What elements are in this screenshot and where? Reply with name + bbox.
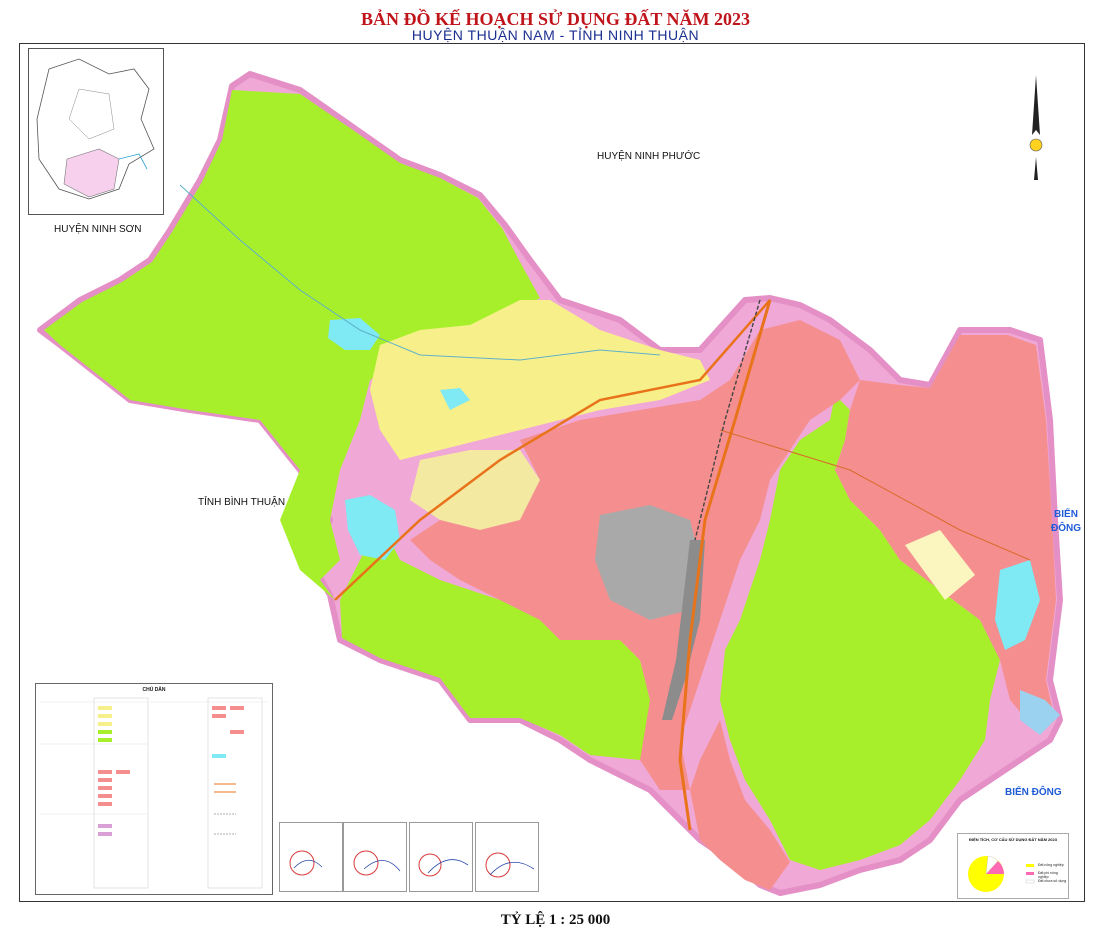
map-legend: CHÚ DẪN xyxy=(35,683,273,895)
pie-chart-title: ĐIỆN TÍCH, CƠ CẤU SỬ DỤNG ĐẤT NĂM 2023 xyxy=(969,837,1057,842)
pie-legend-unused: Đất chưa sử dụng xyxy=(1038,879,1067,883)
inset-map-graphic xyxy=(36,58,155,200)
official-stamp-4 xyxy=(485,852,535,878)
label-bien-dong-east: BIỂN ĐÔNG xyxy=(1051,509,1081,534)
label-bien-dong-south: BIỂN ĐÔNG xyxy=(1005,787,1062,798)
signature-block-3 xyxy=(409,822,473,892)
official-stamp-3 xyxy=(418,853,469,877)
map-sheet: BẢN ĐỒ KẾ HOẠCH SỬ DỤNG ĐẤT NĂM 2023 HUY… xyxy=(0,0,1111,937)
official-stamp-1 xyxy=(289,850,323,876)
land-use-pie-chart: ĐIỆN TÍCH, CƠ CẤU SỬ DỤNG ĐẤT NĂM 2023 Đ… xyxy=(957,833,1069,899)
signature-block-2 xyxy=(343,822,407,892)
signature-block-4 xyxy=(475,822,539,892)
label-binh-thuan: TỈNH BÌNH THUẬN xyxy=(198,497,286,508)
map-scale: TỶ LỆ 1 : 25 000 xyxy=(500,912,611,928)
label-ninh-son: HUYỆN NINH SƠN xyxy=(54,224,142,235)
pie-legend-non-agricultural: Đất phi nông nghiệp xyxy=(1038,871,1058,879)
pie-legend-agricultural: Đất nông nghiệp xyxy=(1038,863,1064,867)
legend-table xyxy=(40,697,268,889)
legend-title: CHÚ DẪN xyxy=(142,687,166,693)
north-arrow-icon xyxy=(1029,75,1043,180)
official-stamp-2 xyxy=(353,850,401,876)
label-ninh-phuoc: HUYỆN NINH PHƯỚC xyxy=(597,151,701,162)
signature-block-1 xyxy=(279,822,343,892)
locator-inset-map xyxy=(28,48,164,215)
